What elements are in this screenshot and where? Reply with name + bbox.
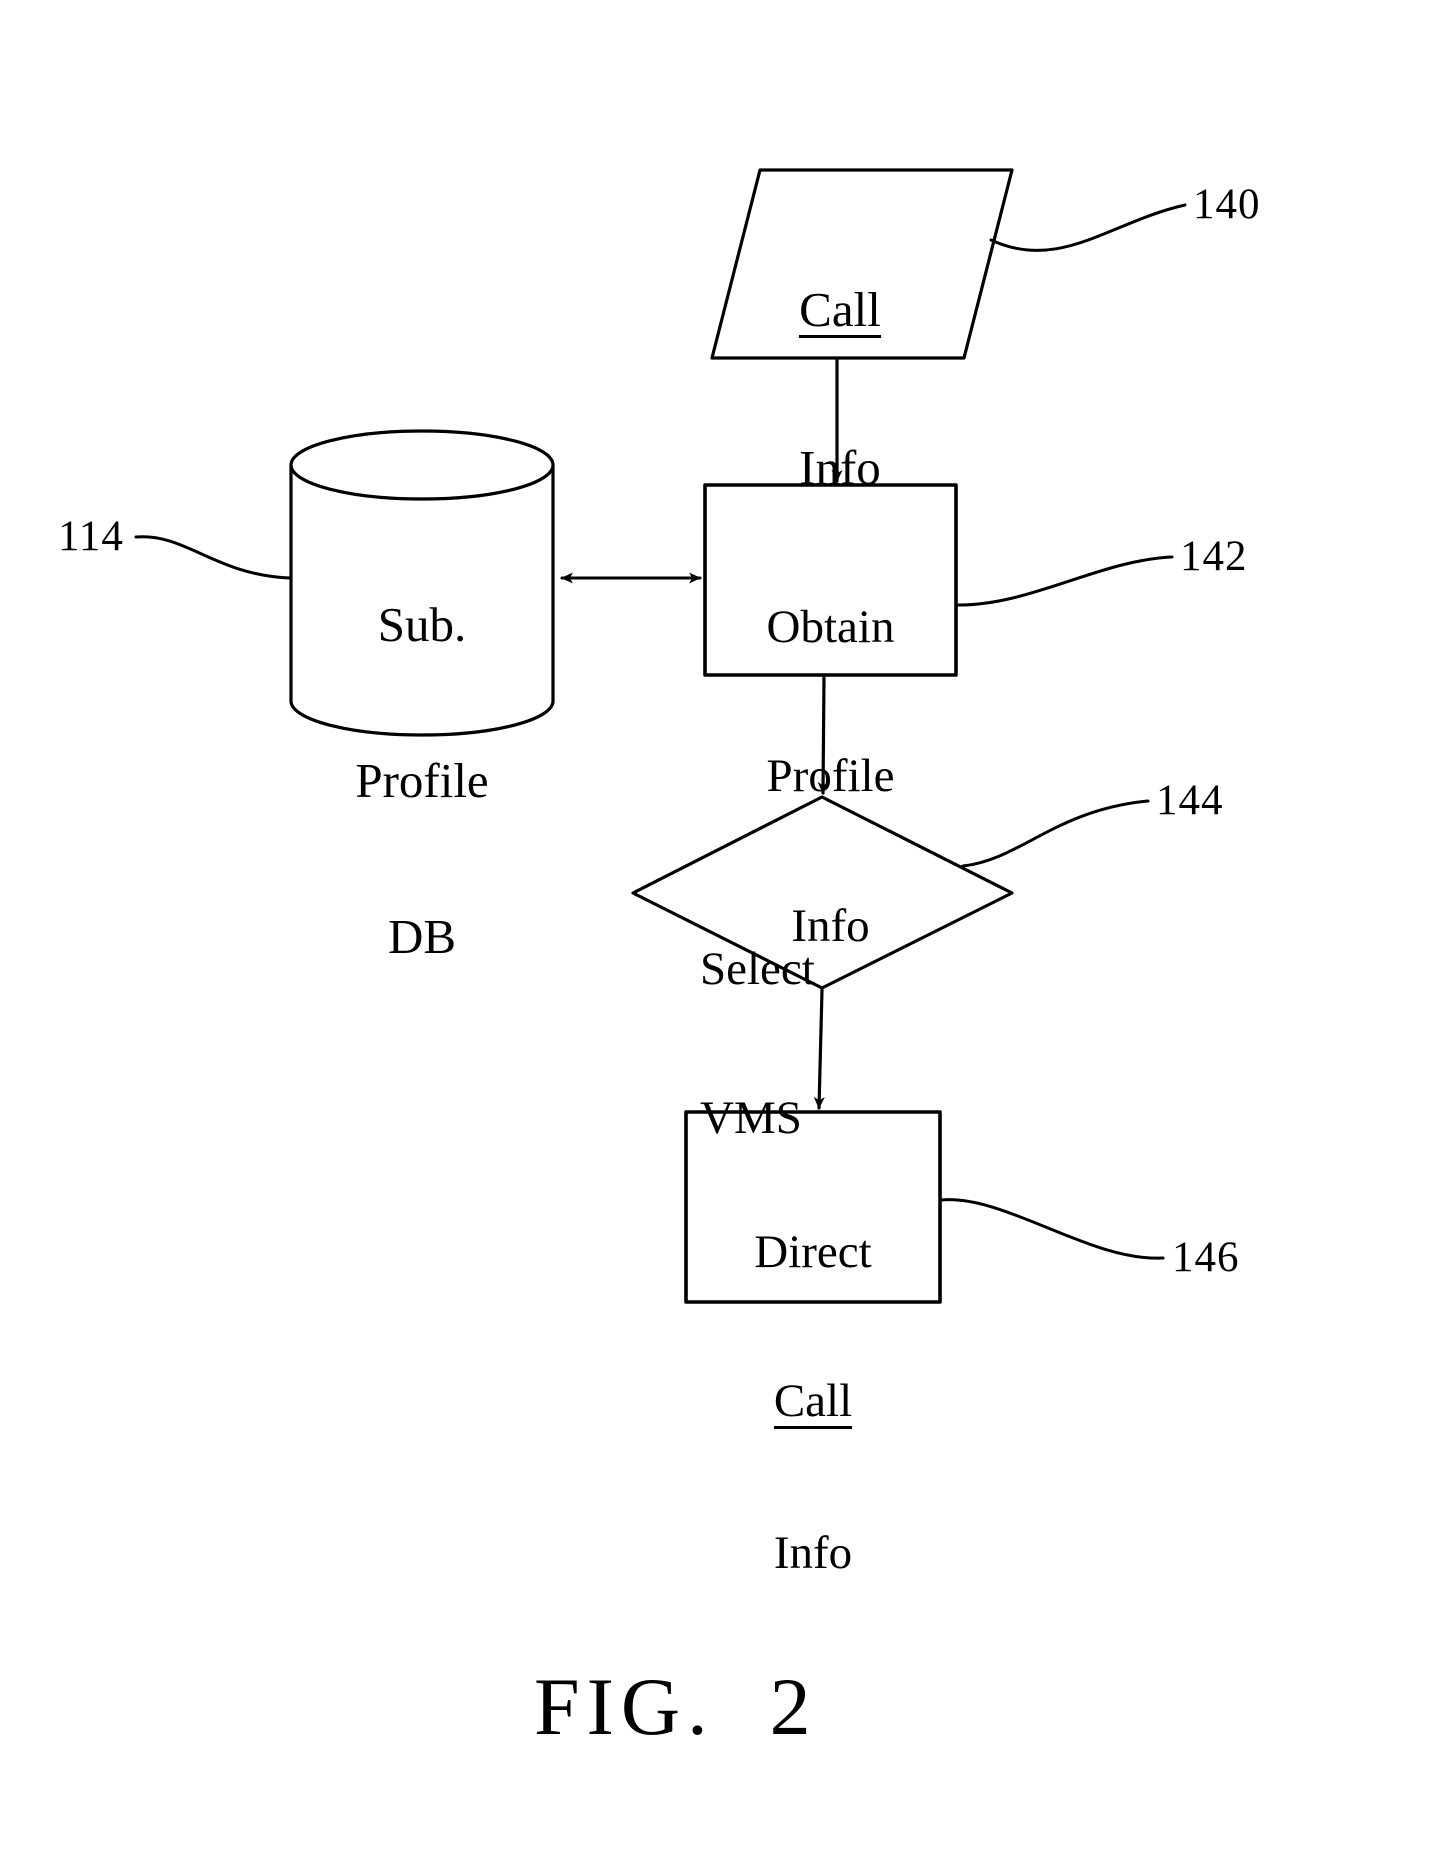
shape-sub-profile-db-body	[289, 463, 555, 737]
reference-numeral-146: 146	[1172, 1234, 1240, 1281]
shape-call-info-parallelogram	[710, 168, 1014, 360]
shape-obtain-profile-info-rect	[703, 483, 958, 677]
figure-drawing-canvas	[134, 168, 1187, 1304]
connector-obtain-to-select	[817, 675, 829, 795]
shape-select-vms-diamond	[631, 795, 1014, 990]
leader-line-140	[989, 203, 1187, 252]
reference-numeral-114: 114	[58, 513, 124, 560]
leader-line-114	[134, 535, 292, 580]
leader-line-144	[961, 799, 1150, 868]
shape-sub-profile-db-top	[289, 429, 555, 501]
reference-numeral-140: 140	[1193, 181, 1261, 228]
leader-line-142	[955, 555, 1174, 607]
leader-line-146	[939, 1198, 1165, 1260]
figure-caption: FIG. 2	[534, 1661, 818, 1752]
reference-numeral-142: 142	[1180, 533, 1248, 580]
patent-figure-page: Call Info Sub. Profile DB Obtain Profile…	[0, 0, 1431, 1876]
reference-numeral-144: 144	[1156, 777, 1224, 824]
shape-direct-call-info-rect	[684, 1110, 942, 1304]
connector-select-to-direct	[813, 988, 825, 1110]
